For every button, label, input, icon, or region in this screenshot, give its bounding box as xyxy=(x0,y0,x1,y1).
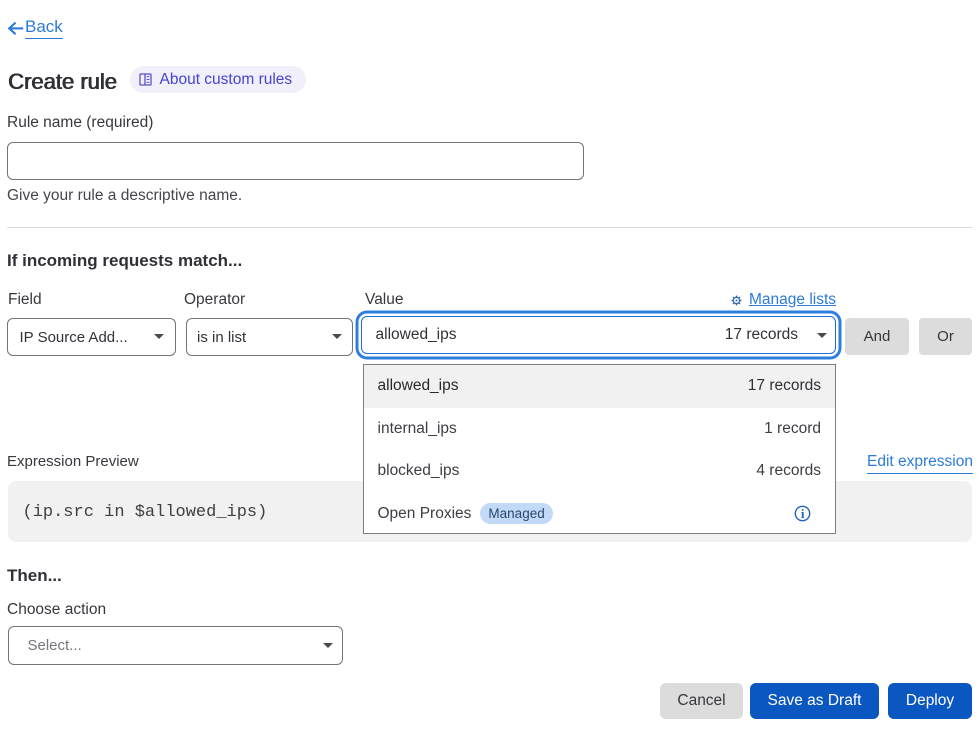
svg-text:i: i xyxy=(800,506,804,521)
